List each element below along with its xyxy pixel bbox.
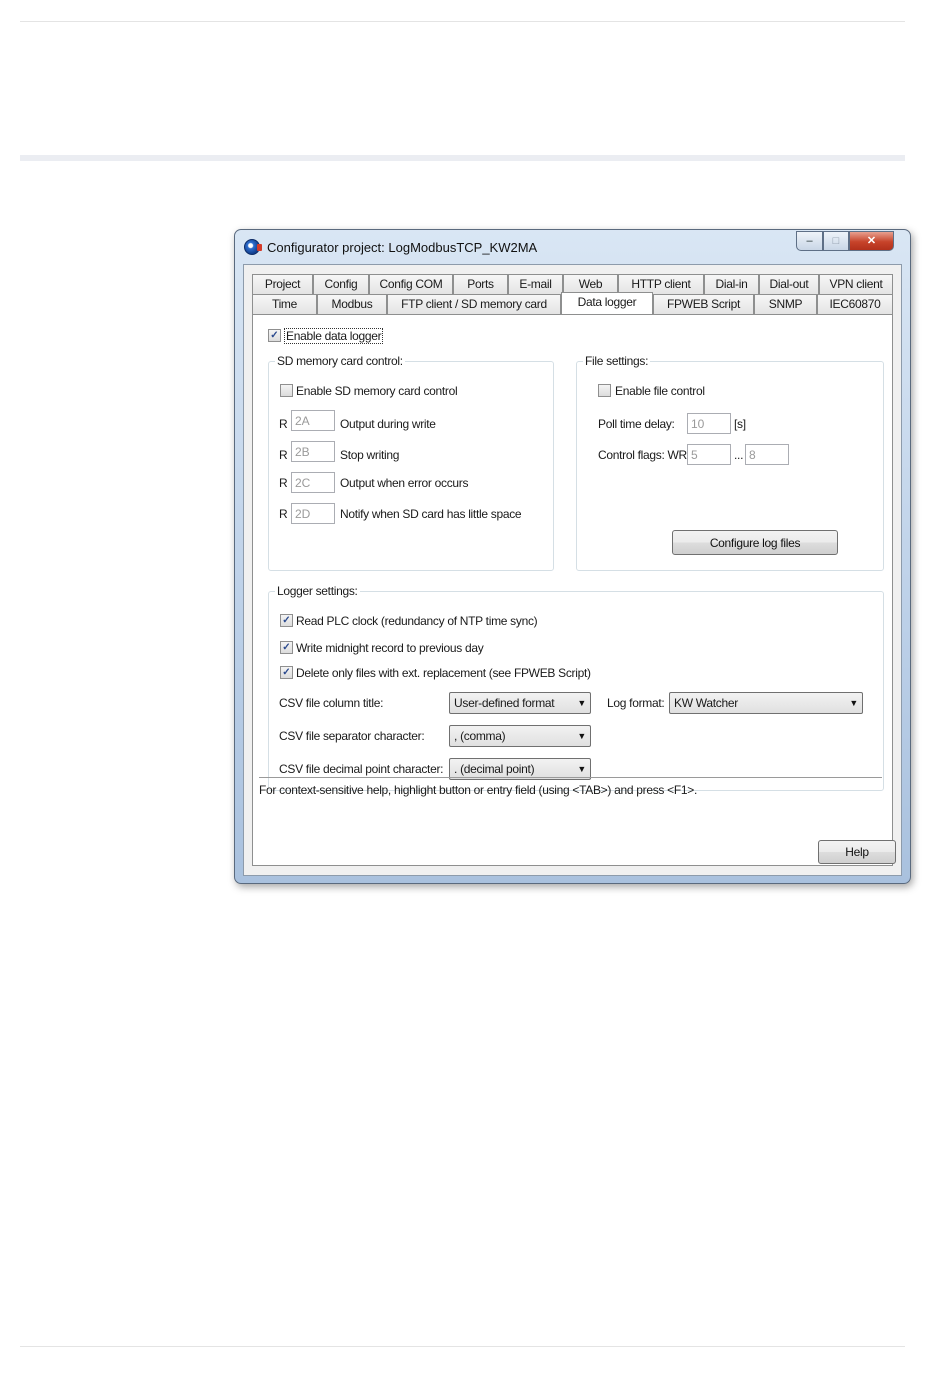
control-flags-label: Control flags: WR bbox=[598, 448, 687, 462]
context-help-text: For context-sensitive help, highlight bu… bbox=[259, 783, 697, 797]
csv-decimal-point-value: . (decimal point) bbox=[454, 762, 535, 776]
header-band bbox=[20, 155, 905, 161]
enable-sd-card-label[interactable]: Enable SD memory card control bbox=[296, 384, 458, 398]
enable-data-logger-label[interactable]: Enable data logger bbox=[284, 328, 384, 344]
close-button[interactable]: ✕ bbox=[849, 231, 894, 251]
enable-file-control-label[interactable]: Enable file control bbox=[615, 384, 705, 398]
csv-separator-select[interactable]: , (comma) ▼ bbox=[449, 725, 591, 747]
csv-column-title-label: CSV file column title: bbox=[279, 696, 384, 710]
chevron-down-icon: ▼ bbox=[577, 731, 586, 741]
control-flags-from-input[interactable] bbox=[687, 444, 731, 465]
maximize-button[interactable]: □ bbox=[823, 231, 849, 251]
enable-file-control-checkbox[interactable]: ✓ bbox=[598, 384, 611, 397]
tab-http-client[interactable]: HTTP client bbox=[618, 274, 704, 294]
register-prefix: R bbox=[279, 448, 288, 462]
enable-data-logger-checkbox[interactable]: ✓ bbox=[268, 329, 281, 342]
output-during-write-input[interactable] bbox=[291, 410, 335, 431]
sd-memory-card-group: SD memory card control: ✓ Enable SD memo… bbox=[268, 354, 554, 571]
file-settings-group: File settings: ✓ Enable file control Pol… bbox=[576, 354, 884, 571]
csv-separator-label: CSV file separator character: bbox=[279, 729, 425, 743]
poll-time-unit: [s] bbox=[734, 417, 746, 431]
tab-email[interactable]: E-mail bbox=[508, 274, 563, 294]
tab-config-com[interactable]: Config COM bbox=[369, 274, 453, 294]
tab-ports[interactable]: Ports bbox=[453, 274, 508, 294]
chevron-down-icon: ▼ bbox=[577, 764, 586, 774]
log-format-value: KW Watcher bbox=[674, 696, 738, 710]
tab-fpweb-script[interactable]: FPWEB Script bbox=[653, 294, 754, 314]
output-on-error-label: Output when error occurs bbox=[340, 476, 469, 490]
csv-column-title-select[interactable]: User-defined format ▼ bbox=[449, 692, 591, 714]
top-rule bbox=[20, 21, 905, 22]
poll-time-delay-label: Poll time delay: bbox=[598, 417, 675, 431]
output-on-error-input[interactable] bbox=[291, 472, 335, 493]
minimize-button[interactable]: – bbox=[796, 231, 823, 251]
file-settings-title: File settings: bbox=[583, 354, 651, 368]
enable-sd-card-checkbox[interactable]: ✓ bbox=[280, 384, 293, 397]
dialog-client-area: Project Config Config COM Ports E-mail W… bbox=[243, 264, 902, 876]
read-plc-clock-label[interactable]: Read PLC clock (redundancy of NTP time s… bbox=[296, 614, 538, 628]
tab-project[interactable]: Project bbox=[252, 274, 313, 294]
log-format-select[interactable]: KW Watcher ▼ bbox=[669, 692, 863, 714]
chevron-down-icon: ▼ bbox=[849, 698, 858, 708]
tab-data-logger[interactable]: Data logger bbox=[561, 292, 653, 314]
sd-group-title: SD memory card control: bbox=[275, 354, 405, 368]
csv-separator-value: , (comma) bbox=[454, 729, 506, 743]
configure-log-files-button[interactable]: Configure log files bbox=[672, 530, 838, 555]
help-button[interactable]: Help bbox=[818, 840, 896, 864]
stop-writing-label: Stop writing bbox=[340, 448, 400, 462]
register-prefix: R bbox=[279, 507, 288, 521]
csv-decimal-point-label: CSV file decimal point character: bbox=[279, 762, 444, 776]
control-flags-range-separator: ... bbox=[734, 448, 744, 462]
csv-column-title-value: User-defined format bbox=[454, 696, 555, 710]
read-plc-clock-checkbox[interactable]: ✓ bbox=[280, 614, 293, 627]
tab-snmp[interactable]: SNMP bbox=[754, 294, 817, 314]
logger-settings-group: Logger settings: ✓ Read PLC clock (redun… bbox=[268, 584, 884, 791]
tab-web[interactable]: Web bbox=[563, 274, 618, 294]
bottom-rule bbox=[20, 1346, 905, 1347]
log-format-label: Log format: bbox=[607, 696, 665, 710]
title-bar[interactable]: Configurator project: LogModbusTCP_KW2MA… bbox=[235, 230, 910, 264]
write-midnight-record-checkbox[interactable]: ✓ bbox=[280, 641, 293, 654]
delete-only-replaced-files-checkbox[interactable]: ✓ bbox=[280, 666, 293, 679]
tab-config[interactable]: Config bbox=[313, 274, 369, 294]
output-during-write-label: Output during write bbox=[340, 417, 436, 431]
tab-iec60870[interactable]: IEC60870 bbox=[817, 294, 893, 314]
write-midnight-record-label[interactable]: Write midnight record to previous day bbox=[296, 641, 484, 655]
tab-dial-out[interactable]: Dial-out bbox=[759, 274, 819, 294]
control-flags-to-input[interactable] bbox=[745, 444, 789, 465]
tab-dial-in[interactable]: Dial-in bbox=[704, 274, 759, 294]
tab-time[interactable]: Time bbox=[252, 294, 317, 314]
configurator-window: Configurator project: LogModbusTCP_KW2MA… bbox=[234, 229, 911, 884]
chevron-down-icon: ▼ bbox=[577, 698, 586, 708]
logger-settings-title: Logger settings: bbox=[275, 584, 360, 598]
help-divider bbox=[259, 777, 882, 778]
data-logger-panel: ✓ Enable data logger SD memory card cont… bbox=[252, 314, 893, 866]
register-prefix: R bbox=[279, 417, 288, 431]
tab-modbus[interactable]: Modbus bbox=[317, 294, 387, 314]
notify-low-space-label: Notify when SD card has little space bbox=[340, 507, 522, 521]
notify-low-space-input[interactable] bbox=[291, 503, 335, 524]
tab-vpn-client[interactable]: VPN client bbox=[819, 274, 893, 294]
stop-writing-input[interactable] bbox=[291, 441, 335, 462]
window-title: Configurator project: LogModbusTCP_KW2MA bbox=[267, 240, 538, 255]
app-globe-icon bbox=[244, 239, 262, 255]
tab-ftp-client-sd-card[interactable]: FTP client / SD memory card bbox=[387, 294, 561, 314]
poll-time-delay-input[interactable] bbox=[687, 413, 731, 434]
register-prefix: R bbox=[279, 476, 288, 490]
delete-only-replaced-files-label[interactable]: Delete only files with ext. replacement … bbox=[296, 666, 591, 680]
